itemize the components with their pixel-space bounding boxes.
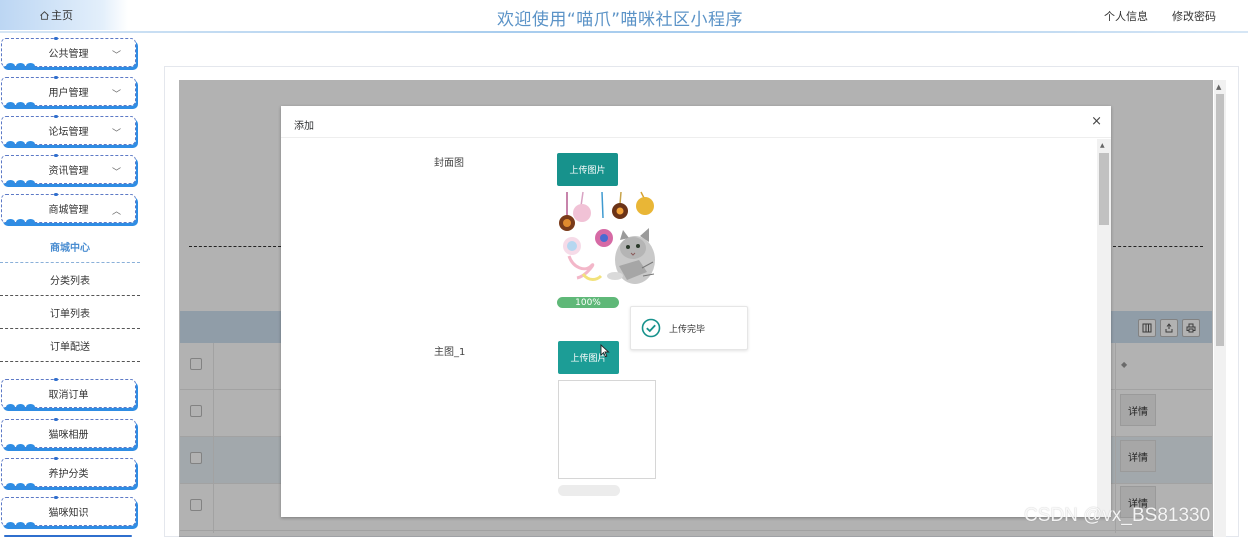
app-title: 欢迎使用“喵爪”喵咪社区小程序 — [496, 10, 744, 30]
chevron-down-icon: ﹀ — [111, 90, 121, 100]
main-image-preview — [558, 380, 656, 479]
toast-message: 上传完毕 — [669, 324, 706, 335]
change-password-link[interactable]: 修改密码 — [1172, 8, 1216, 24]
sidebar-item-category-list[interactable]: 分类列表 — [0, 263, 140, 296]
menu-group-public[interactable]: 公共管理 ﹀ — [1, 37, 136, 69]
menu-group-label: 资讯管理 — [48, 166, 89, 177]
dialog-scroll-thumb[interactable] — [1099, 153, 1109, 225]
chevron-down-icon: ﹀ — [111, 51, 121, 61]
chevron-down-icon: ﹀ — [111, 168, 121, 178]
close-icon[interactable]: × — [1091, 114, 1102, 129]
menu-care-category[interactable]: 养护分类 — [1, 457, 136, 489]
scroll-up-icon[interactable]: ▲ — [1216, 83, 1221, 91]
menu-decoration — [6, 444, 42, 450]
dialog-title: 添加 — [294, 121, 314, 132]
chevron-up-icon: ︿ — [111, 207, 121, 217]
profile-link[interactable]: 个人信息 — [1104, 8, 1148, 24]
menu-dot — [54, 457, 58, 460]
sidebar: 公共管理 ﹀ 用户管理 ﹀ 论坛管理 ﹀ 资讯管理 ﹀ 商城管理 ︿ 商城中心 … — [0, 34, 140, 537]
menu-decoration — [6, 219, 42, 225]
header-divider — [0, 31, 1248, 33]
cover-image-preview — [557, 190, 655, 290]
sidebar-item-order-delivery[interactable]: 订单配送 — [0, 329, 140, 362]
menu-dot — [54, 418, 58, 421]
menu-group-users[interactable]: 用户管理 ﹀ — [1, 76, 136, 108]
sidebar-item-order-list[interactable]: 订单列表 — [0, 296, 140, 329]
page-scrollbar[interactable]: ▲ — [1214, 80, 1226, 537]
main-image-label: 主图_1 — [434, 347, 466, 358]
menu-item-label: 养护分类 — [48, 469, 89, 480]
menu-dot — [54, 37, 58, 40]
menu-group-label: 公共管理 — [48, 49, 89, 60]
menu-group-label: 用户管理 — [48, 88, 89, 99]
cover-upload-button[interactable]: 上传图片 — [557, 153, 618, 186]
menu-dot — [54, 378, 58, 381]
cover-upload-progress: 100% — [557, 297, 619, 308]
dialog-scrollbar[interactable]: ▲ — [1097, 139, 1111, 517]
menu-decoration — [6, 102, 42, 108]
menu-group-label: 论坛管理 — [48, 127, 89, 138]
menu-group-news[interactable]: 资讯管理 ﹀ — [1, 154, 136, 186]
menu-dot — [54, 496, 58, 499]
menu-decoration — [6, 180, 42, 186]
page-scroll-thumb[interactable] — [1216, 94, 1224, 346]
menu-dot — [54, 154, 58, 157]
chevron-down-icon: ﹀ — [111, 129, 121, 139]
menu-decoration — [6, 63, 42, 69]
watermark: CSDN @vx_BS81330 — [1024, 505, 1211, 526]
menu-decoration — [6, 141, 42, 147]
sidebar-item-mall-center[interactable]: 商城中心 — [0, 230, 140, 263]
menu-decoration — [6, 483, 42, 489]
menu-item-label: 猫咪相册 — [48, 430, 89, 441]
menu-cat-knowledge[interactable]: 猫咪知识 — [1, 496, 136, 528]
menu-group-label: 商城管理 — [48, 205, 89, 216]
cover-image-label: 封面图 — [434, 158, 464, 169]
scroll-up-icon[interactable]: ▲ — [1100, 142, 1105, 149]
check-circle-icon — [641, 318, 661, 338]
menu-dot — [54, 76, 58, 79]
mouse-cursor-icon — [600, 344, 610, 358]
top-bar: 主页 欢迎使用“喵爪”喵咪社区小程序 个人信息 修改密码 — [0, 0, 1248, 34]
upload-complete-toast: 上传完毕 — [630, 306, 748, 350]
menu-cat-album[interactable]: 猫咪相册 — [1, 418, 136, 450]
menu-decoration — [6, 404, 42, 410]
menu-dot — [54, 193, 58, 196]
menu-dot — [54, 115, 58, 118]
menu-group-forum[interactable]: 论坛管理 ﹀ — [1, 115, 136, 147]
menu-item-label: 猫咪知识 — [48, 508, 89, 519]
menu-decoration — [6, 522, 42, 528]
menu-cancel-order[interactable]: 取消订单 — [1, 378, 136, 410]
main-image-upload-progress — [558, 485, 620, 496]
menu-item-label: 取消订单 — [48, 390, 89, 401]
menu-group-mall[interactable]: 商城管理 ︿ — [1, 193, 136, 225]
dialog-header: 添加 × — [281, 106, 1111, 138]
